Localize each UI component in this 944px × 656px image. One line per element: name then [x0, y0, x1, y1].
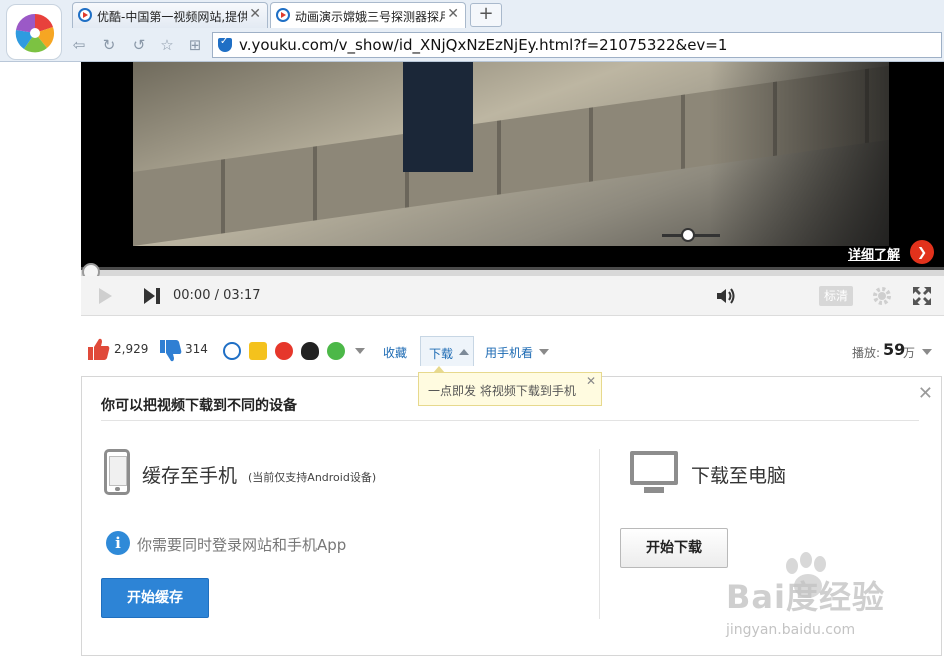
volume-knob[interactable]: [681, 228, 696, 242]
browser-logo-icon[interactable]: [6, 4, 62, 60]
cache-to-phone-heading: 缓存至手机: [142, 465, 238, 487]
gear-icon[interactable]: [871, 284, 893, 308]
youku-tab-icon: [276, 8, 290, 22]
tab-title: 优酷-中国第一视频网站,提供: [97, 10, 247, 24]
qzone-share-icon[interactable]: [249, 342, 267, 360]
chevron-up-icon: [459, 349, 469, 355]
tooltip-text: 一点即发 将视频下载到手机: [428, 384, 576, 398]
download-button[interactable]: 下载: [420, 336, 474, 366]
progress-bar[interactable]: [81, 267, 944, 276]
video-frame[interactable]: 详细了解 ❯: [81, 62, 944, 267]
back-button[interactable]: ⇦: [68, 34, 90, 56]
login-hint: 你需要同时登录网站和手机App: [137, 536, 347, 554]
address-url[interactable]: v.youku.com/v_show/id_XNjQxNzEzNjEy.html…: [239, 36, 727, 54]
dislike-count: 314: [185, 342, 208, 356]
start-download-button[interactable]: 开始下载: [620, 528, 728, 568]
panel-title: 你可以把视频下载到不同的设备: [101, 398, 297, 414]
thumbs-down-icon[interactable]: [159, 338, 183, 364]
thumbs-up-icon[interactable]: [87, 336, 111, 362]
download-tooltip: 一点即发 将视频下载到手机 ✕: [418, 366, 602, 406]
watermark-text: Bai度经验: [726, 578, 885, 616]
baidu-jingyan-watermark: Bai度经验 jingyan.baidu.com: [726, 552, 944, 656]
video-action-bar: 2,929 314 收藏 下载 用手机看 播放: 59 万: [81, 332, 944, 370]
fullscreen-icon[interactable]: [911, 284, 933, 308]
security-shield-icon: [218, 36, 232, 52]
next-icon[interactable]: [141, 284, 163, 308]
start-cache-button[interactable]: 开始缓存: [101, 578, 209, 618]
apps-button[interactable]: ⊞: [184, 34, 206, 56]
quality-button[interactable]: 标清: [819, 286, 853, 306]
weibo-share-icon[interactable]: [275, 342, 293, 360]
tooltip-close-icon[interactable]: ✕: [586, 374, 596, 388]
video-player: 详细了解 ❯ 00:00 / 03:17 标清: [81, 62, 944, 316]
time-display: 00:00 / 03:17: [173, 288, 261, 303]
refresh-button[interactable]: ↻: [98, 34, 120, 56]
youku-share-icon[interactable]: [223, 342, 241, 360]
volume-icon[interactable]: [715, 284, 737, 308]
player-controls: 00:00 / 03:17 标清: [81, 276, 944, 316]
divider: [101, 420, 919, 421]
play-icon[interactable]: [95, 284, 115, 308]
vertical-divider: [599, 449, 600, 619]
watch-on-phone-link[interactable]: 用手机看: [485, 344, 533, 361]
download-label[interactable]: 下载: [429, 345, 453, 362]
tab-title: 动画演示嫦娥三号探测器探月: [295, 10, 445, 24]
qq-share-icon[interactable]: [301, 342, 319, 360]
undo-button[interactable]: ↺: [128, 34, 150, 56]
youku-tab-icon: [78, 8, 92, 22]
views-unit: 万: [903, 346, 916, 360]
tab-close-icon[interactable]: ✕: [249, 6, 261, 22]
phone-icon: [104, 449, 130, 495]
favorite-button[interactable]: ☆: [156, 34, 178, 56]
close-icon[interactable]: ✕: [918, 383, 933, 404]
tab-current-video[interactable]: 动画演示嫦娥三号探测器探月 ✕: [270, 2, 466, 28]
download-to-pc-heading: 下载至电脑: [691, 465, 787, 487]
address-bar[interactable]: v.youku.com/v_show/id_XNjQxNzEzNjEy.html…: [212, 32, 942, 58]
views-value: 59: [883, 340, 906, 359]
views-label: 播放:: [852, 346, 881, 360]
like-count: 2,929: [114, 342, 149, 356]
learn-more-link[interactable]: 详细了解 ❯: [824, 240, 934, 264]
share-more-chevron-down-icon[interactable]: [355, 348, 365, 354]
watermark-url: jingyan.baidu.com: [726, 622, 856, 638]
new-tab-button[interactable]: +: [470, 3, 502, 27]
android-note: (当前仅支持Android设备): [248, 471, 377, 484]
chevron-down-icon[interactable]: [539, 349, 549, 355]
wechat-share-icon[interactable]: [327, 342, 345, 360]
learn-more-label[interactable]: 详细了解: [848, 244, 900, 263]
arrow-right-icon[interactable]: ❯: [910, 240, 934, 264]
tab-youku-home[interactable]: 优酷-中国第一视频网站,提供 ✕: [72, 2, 268, 28]
tab-close-icon[interactable]: ✕: [447, 6, 459, 22]
video-scene: [133, 62, 889, 246]
favorite-link[interactable]: 收藏: [383, 344, 407, 361]
browser-toolbar: 优酷-中国第一视频网站,提供 ✕ 动画演示嫦娥三号探测器探月 ✕ + ⇦ ↻ ↺…: [0, 0, 944, 62]
computer-icon: [630, 451, 678, 493]
info-icon: i: [106, 531, 130, 555]
views-chevron-down-icon[interactable]: [922, 349, 932, 355]
